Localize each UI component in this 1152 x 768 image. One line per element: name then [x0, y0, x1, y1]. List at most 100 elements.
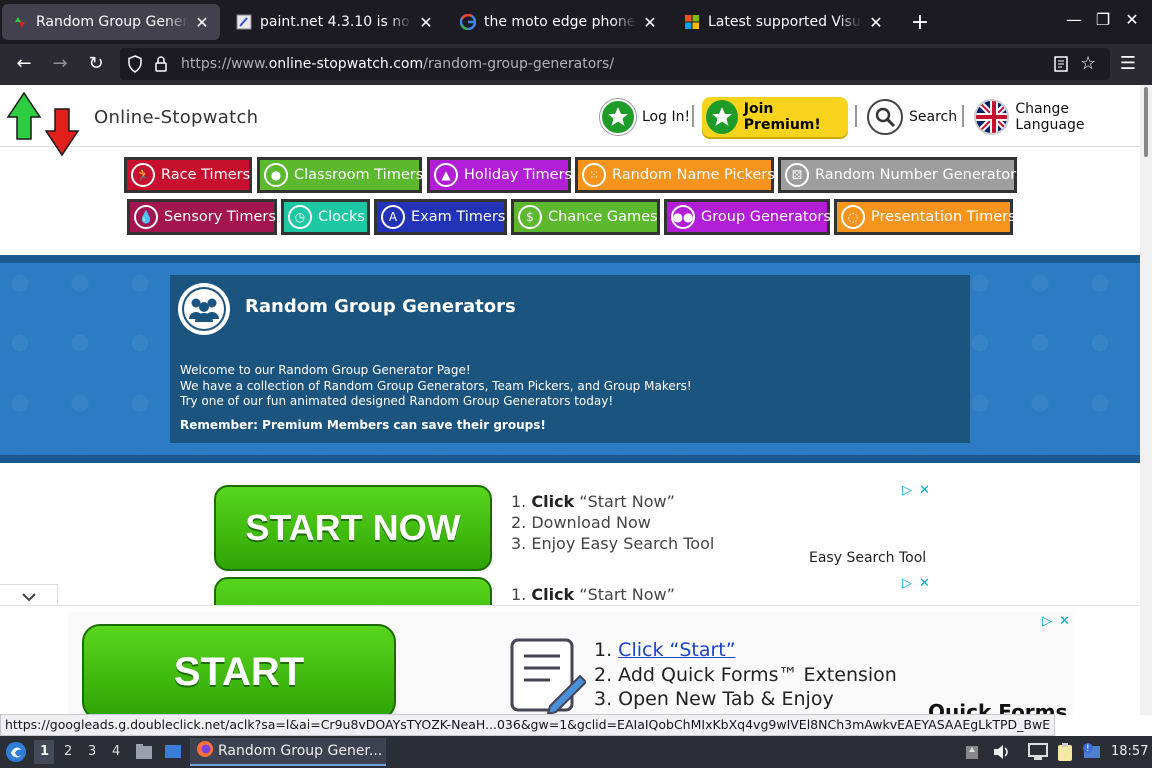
- web-page: Online-Stopwatch Log In! Join Premium! S…: [0, 85, 1152, 715]
- google-favicon-icon: [460, 14, 476, 30]
- change-language-link[interactable]: Change Language: [974, 97, 1140, 137]
- category-race-timers[interactable]: 🏃 Race Timers: [124, 157, 252, 193]
- back-arrow-icon[interactable]: ←: [12, 53, 36, 74]
- new-tab-button[interactable]: +: [908, 10, 932, 35]
- notification-icon[interactable]: !: [1082, 742, 1102, 766]
- hero-content-box: Random Group Generators Welcome to our R…: [170, 275, 970, 443]
- tab-title: the moto edge phone 2022: [484, 14, 636, 30]
- ad-brand-quick-forms[interactable]: Quick Forms: [928, 700, 1067, 715]
- category-sensory-timers[interactable]: 💧 Sensory Timers: [127, 199, 277, 235]
- minimize-window-button[interactable]: —: [1064, 10, 1084, 29]
- page-title: Random Group Generators: [245, 296, 516, 317]
- firefox-icon: [196, 740, 214, 762]
- forward-arrow-icon[interactable]: →: [48, 53, 72, 74]
- header-divider: [855, 105, 857, 127]
- category-holiday-timers[interactable]: ▲ Holiday Timers: [427, 157, 572, 193]
- chevron-down-icon: [21, 592, 36, 601]
- tab-moto-edge[interactable]: the moto edge phone 2022 ✕: [450, 4, 668, 40]
- search-icon: [867, 99, 903, 135]
- navigation-bar: ← → ↻ https://www.online-stopwatch.com/r…: [0, 44, 1152, 85]
- adchoices-icon[interactable]: ▷: [1042, 614, 1052, 629]
- tab-visual-cpp[interactable]: Latest supported Visual C++ ✕: [674, 4, 894, 40]
- category-random-name-pickers[interactable]: ⁙ Random Name Pickers: [575, 157, 775, 193]
- search-link[interactable]: Search: [867, 97, 957, 137]
- hero-banner: Random Group Generators Welcome to our R…: [0, 255, 1140, 463]
- show-desktop-icon[interactable]: [164, 743, 182, 765]
- workspace-1[interactable]: 1: [40, 744, 49, 759]
- adchoices-icon[interactable]: ▷: [902, 576, 912, 591]
- category-group-generators[interactable]: ●● Group Generators: [664, 199, 831, 235]
- category-classroom-timers[interactable]: ● Classroom Timers: [257, 157, 423, 193]
- die-icon: ⚄: [785, 163, 809, 187]
- tracking-shield-icon[interactable]: [127, 55, 143, 77]
- logo-arrows-icon[interactable]: [6, 91, 86, 161]
- reader-view-icon[interactable]: [1054, 56, 1068, 76]
- close-tab-icon[interactable]: ✕: [642, 13, 658, 32]
- menu-hamburger-icon[interactable]: ☰: [1116, 53, 1140, 74]
- category-chance-games[interactable]: $ Chance Games: [511, 199, 660, 235]
- login-label: Log In!: [642, 109, 691, 125]
- join-premium-button[interactable]: Join Premium!: [702, 97, 848, 137]
- tab-title: Random Group Generators: [36, 14, 188, 30]
- clipboard-icon[interactable]: [1056, 742, 1074, 766]
- ad-steps-3[interactable]: 1. Click “Start” 2. Add Quick Forms™ Ext…: [594, 638, 897, 712]
- ad-second-slot[interactable]: [214, 577, 492, 607]
- reload-icon[interactable]: ↻: [84, 53, 108, 74]
- ad-steps-2[interactable]: 1. Click “Start Now”: [511, 584, 675, 605]
- category-random-number-generators[interactable]: ⚄ Random Number Generators: [778, 157, 1024, 193]
- lock-icon[interactable]: [154, 55, 168, 77]
- form-document-icon: [510, 638, 588, 715]
- hero-description: Welcome to our Random Group Generator Pa…: [180, 363, 692, 408]
- close-tab-icon[interactable]: ✕: [194, 13, 210, 32]
- workspace-3[interactable]: 3: [88, 744, 96, 759]
- stopwatch-favicon-icon: [12, 14, 28, 30]
- tab-title: Latest supported Visual C++: [708, 14, 862, 30]
- ad-start-now-button-2[interactable]: [214, 577, 492, 607]
- file-manager-icon[interactable]: [135, 743, 153, 765]
- close-tab-icon[interactable]: ✕: [868, 13, 884, 32]
- restore-window-button[interactable]: ❐: [1093, 10, 1113, 29]
- scrollbar-thumb[interactable]: [1144, 87, 1148, 157]
- display-icon[interactable]: [1028, 743, 1048, 765]
- category-exam-timers[interactable]: A Exam Timers: [374, 199, 507, 235]
- network-icon[interactable]: [964, 743, 980, 765]
- ad-start-button[interactable]: START: [82, 624, 396, 715]
- tab-paint-net[interactable]: paint.net 4.3.10 is now available ✕: [226, 4, 444, 40]
- workspace-4[interactable]: 4: [112, 744, 120, 759]
- close-tab-icon[interactable]: ✕: [418, 13, 434, 32]
- ad-close-icon[interactable]: ✕: [919, 576, 930, 591]
- tab-random-group-generators[interactable]: Random Group Generators ✕: [2, 4, 220, 40]
- address-bar[interactable]: https://www.online-stopwatch.com/random-…: [120, 48, 1110, 80]
- search-label: Search: [909, 109, 958, 125]
- workspace-2[interactable]: 2: [64, 744, 72, 759]
- system-taskbar: 1 2 3 4 Random Group Gener... ! 18:57: [0, 736, 1152, 768]
- site-header: Online-Stopwatch Log In! Join Premium! S…: [0, 85, 1140, 157]
- ad-brand[interactable]: Easy Search Tool: [809, 550, 926, 566]
- ad-steps[interactable]: 1. Click “Start Now” 2. Download Now 3. …: [511, 491, 714, 554]
- ad-close-icon[interactable]: ✕: [1059, 614, 1070, 629]
- category-presentation-timers[interactable]: ◌ Presentation Timers: [834, 199, 1016, 235]
- uk-flag-icon: [974, 99, 1010, 135]
- clock: 18:57: [1111, 744, 1149, 759]
- star-icon: [706, 100, 738, 134]
- group-icon: [176, 281, 232, 341]
- volume-icon[interactable]: [992, 742, 1012, 766]
- start-menu-icon[interactable]: [5, 741, 27, 767]
- site-brand[interactable]: Online-Stopwatch: [94, 107, 258, 128]
- taskbar-firefox-window[interactable]: Random Group Gener...: [190, 738, 386, 766]
- ad-start-now-button[interactable]: START NOW: [214, 485, 492, 571]
- window-title: Random Group Gener...: [218, 743, 383, 759]
- page-scrollbar[interactable]: [1140, 85, 1152, 715]
- adchoices-icon[interactable]: ▷: [902, 483, 912, 498]
- paintnet-favicon-icon: [236, 14, 252, 30]
- login-link[interactable]: Log In!: [600, 97, 690, 137]
- bottom-sticky-ad[interactable]: START 1. Click “Start” 2. Add Quick Form…: [0, 605, 1140, 715]
- close-window-button[interactable]: ✕: [1122, 10, 1142, 29]
- language-label: Change Language: [1015, 101, 1085, 133]
- star-icon: [600, 99, 636, 135]
- bookmark-star-icon[interactable]: ☆: [1080, 53, 1096, 74]
- microsoft-favicon-icon: [684, 14, 700, 30]
- category-clocks[interactable]: ◷ Clocks: [281, 199, 370, 235]
- ad-close-icon[interactable]: ✕: [919, 483, 930, 498]
- url-text[interactable]: https://www.online-stopwatch.com/random-…: [181, 56, 614, 72]
